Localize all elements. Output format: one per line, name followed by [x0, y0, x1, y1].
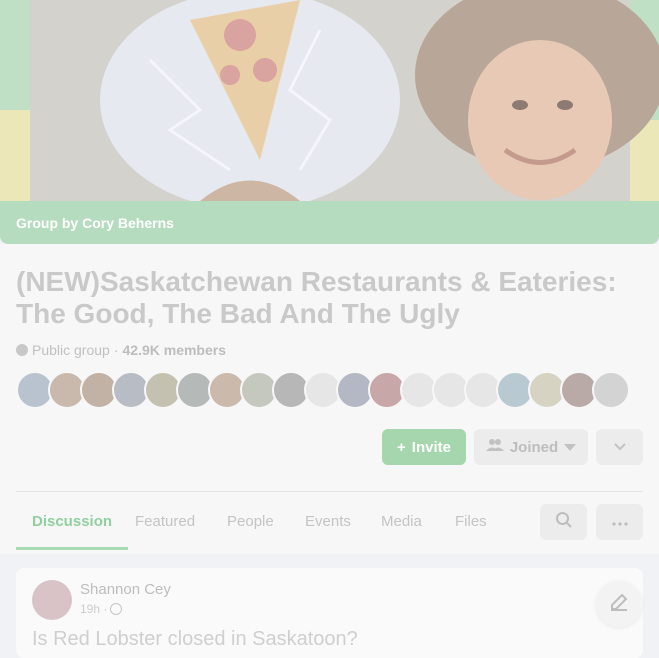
cover-photo[interactable]	[0, 0, 659, 201]
tab-label: Featured	[135, 513, 196, 530]
header-divider	[16, 491, 643, 492]
ellipsis-icon	[611, 513, 628, 531]
post-text: Is Red Lobster closed in Saskatoon?	[32, 628, 358, 650]
group-search-button[interactable]	[540, 504, 587, 540]
active-tab-underline	[16, 547, 129, 550]
tab-label: Events	[305, 513, 351, 530]
group-cover: Group by Cory Beherns	[0, 0, 659, 244]
tab-label: Discussion	[32, 513, 113, 530]
chevron-down-icon	[613, 438, 626, 456]
post-time-label: 19h ·	[80, 602, 108, 616]
tab-media[interactable]: Media	[365, 498, 438, 550]
plus-icon: +	[397, 438, 406, 456]
tab-discussion[interactable]: Discussion	[16, 498, 129, 550]
tab-label: People	[227, 513, 274, 530]
tab-people[interactable]: People	[211, 498, 290, 550]
globe-icon	[110, 603, 123, 615]
meta-separator: ·	[113, 342, 119, 358]
post-author[interactable]: Shannon Cey	[80, 581, 171, 598]
tabs-more-button[interactable]	[596, 504, 643, 540]
group-by-label[interactable]: Group by Cory Beherns	[16, 215, 174, 231]
edit-icon	[609, 592, 629, 617]
joined-button[interactable]: Joined	[474, 429, 588, 465]
globe-icon	[16, 344, 28, 356]
joined-label: Joined	[509, 438, 559, 456]
invite-label: Invite	[411, 438, 451, 456]
compose-button[interactable]	[596, 581, 642, 627]
member-avatar[interactable]	[592, 371, 630, 409]
cover-caption-band: Group by Cory Beherns	[0, 201, 659, 244]
search-icon	[555, 511, 573, 534]
post-timestamp[interactable]: 19h ·	[80, 602, 123, 616]
group-title[interactable]: (NEW)Saskatchewan Restaurants & Eateries…	[16, 266, 636, 330]
tab-label: Files	[455, 513, 487, 530]
tab-featured[interactable]: Featured	[119, 498, 211, 550]
member-count[interactable]: 42.9K members	[123, 342, 227, 358]
tab-files[interactable]: Files	[439, 498, 503, 550]
post-card: Shannon Cey 19h · Is Red Lobster closed …	[16, 568, 643, 658]
invite-button[interactable]: + Invite	[382, 429, 466, 465]
tab-label: Media	[381, 513, 422, 530]
group-meta: Public group · 42.9K members	[16, 342, 226, 358]
people-icon	[485, 438, 504, 456]
privacy-label: Public group	[32, 342, 110, 358]
header-more-button[interactable]	[596, 429, 643, 465]
author-avatar[interactable]	[32, 580, 72, 620]
caret-down-icon	[564, 439, 577, 456]
tab-events[interactable]: Events	[289, 498, 367, 550]
